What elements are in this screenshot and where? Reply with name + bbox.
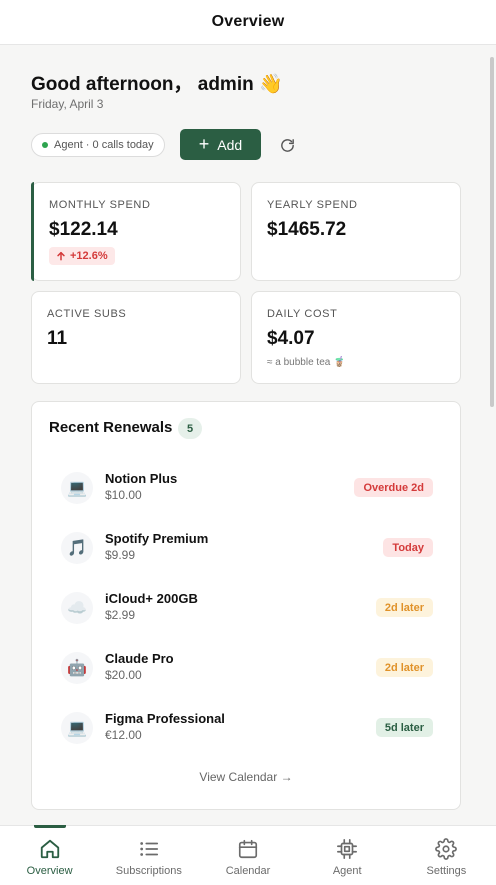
refresh-button[interactable]: [276, 134, 298, 156]
nav-item-subscriptions[interactable]: Subscriptions: [99, 826, 198, 885]
renewal-status-badge: Overdue 2d: [354, 478, 433, 497]
laptop-icon: 💻: [61, 712, 93, 744]
nav-label: Calendar: [225, 865, 271, 877]
renewal-price: €12.00: [105, 728, 142, 742]
nav-item-calendar[interactable]: Calendar: [198, 826, 297, 885]
recent-renewals-title: Recent Renewals: [49, 419, 173, 436]
robot-icon: 🤖: [61, 652, 93, 684]
greeting-heading: Good afternoon， admin 👋: [31, 74, 283, 95]
view-calendar-link[interactable]: View Calendar →: [32, 770, 460, 784]
list-icon: [138, 838, 160, 860]
add-button-label: Add: [217, 136, 243, 153]
cloud-icon: ☁️: [61, 592, 93, 624]
renewal-status-badge: 2d later: [375, 658, 433, 677]
active-subs-card: ACTIVE SUBS 11: [31, 291, 241, 384]
nav-label: Settings: [426, 865, 467, 877]
renewal-status-badge: 5d later: [375, 718, 433, 737]
nav-item-overview[interactable]: Overview: [0, 825, 99, 885]
gear-icon: [435, 838, 458, 860]
top-bar: Overview: [0, 0, 496, 45]
active-tab-indicator: [33, 825, 66, 828]
nav-item-settings[interactable]: Settings: [397, 826, 496, 885]
music-note-icon: 🎵: [61, 532, 93, 564]
renewal-row[interactable]: ☁️ iCloud+ 200GB $2.99 2d later: [32, 584, 462, 644]
chip-icon: [336, 838, 358, 860]
refresh-icon: [280, 138, 294, 152]
renewal-price: $9.99: [105, 548, 136, 562]
add-subscription-button[interactable]: + Add: [180, 129, 261, 160]
page-title: Overview: [211, 13, 285, 30]
trend-value: +12.6%: [70, 250, 108, 262]
renewal-row[interactable]: 🤖 Claude Pro $20.00 2d later: [32, 644, 462, 704]
renewal-status-badge: Today: [383, 538, 433, 557]
bottom-nav: Overview Subscriptions Calendar Agent Se…: [0, 825, 496, 885]
status-dot-icon: [42, 142, 48, 148]
daily-cost-note: ≈ a bubble tea 🧋: [267, 357, 346, 368]
active-subs-value: 11: [47, 328, 68, 349]
monthly-spend-label: MONTHLY SPEND: [49, 199, 151, 211]
nav-item-agent[interactable]: Agent: [298, 826, 397, 885]
calendar-icon: [237, 838, 259, 860]
plus-icon: +: [198, 133, 210, 154]
agent-status-text: Agent · 0 calls today: [54, 139, 154, 151]
renewal-name: iCloud+ 200GB: [105, 591, 198, 606]
renewal-name: Spotify Premium: [105, 531, 209, 546]
renewal-name: Figma Professional: [105, 711, 225, 726]
renewals-count-badge: 5: [178, 418, 202, 439]
main-content[interactable]: Good afternoon， admin 👋 Friday, April 3 …: [0, 45, 496, 825]
card-accent-bar: [31, 182, 34, 281]
arrow-up-icon: [57, 251, 65, 261]
active-subs-label: ACTIVE SUBS: [47, 308, 127, 320]
yearly-spend-card: YEARLY SPEND $1465.72: [251, 182, 461, 281]
scrollbar[interactable]: [490, 57, 494, 407]
recent-renewals-card: Recent Renewals 5 💻 Notion Plus $10.00 O…: [31, 401, 461, 810]
renewal-price: $2.99: [105, 608, 136, 622]
renewal-name: Notion Plus: [105, 471, 178, 486]
nav-label: Agent: [332, 865, 362, 877]
renewal-row[interactable]: 🎵 Spotify Premium $9.99 Today: [32, 524, 462, 584]
daily-cost-card: DAILY COST $4.07 ≈ a bubble tea 🧋: [251, 291, 461, 384]
yearly-spend-label: YEARLY SPEND: [267, 199, 358, 211]
monthly-spend-card: MONTHLY SPEND $122.14 +12.6%: [31, 182, 241, 281]
home-icon: [39, 838, 61, 860]
renewal-name: Claude Pro: [105, 651, 174, 666]
renewal-row[interactable]: 💻 Figma Professional €12.00 5d later: [32, 704, 462, 764]
renewal-row[interactable]: 💻 Notion Plus $10.00 Overdue 2d: [32, 464, 462, 524]
renewal-price: $10.00: [105, 488, 142, 502]
renewal-price: $20.00: [105, 668, 142, 682]
agent-status-pill[interactable]: Agent · 0 calls today: [31, 133, 165, 157]
nav-label: Subscriptions: [115, 865, 182, 877]
daily-cost-value: $4.07: [267, 328, 315, 349]
renewal-status-badge: 2d later: [375, 598, 433, 617]
trend-badge: +12.6%: [49, 247, 115, 265]
monthly-spend-value: $122.14: [49, 219, 118, 240]
yearly-spend-value: $1465.72: [267, 219, 347, 240]
current-date: Friday, April 3: [31, 97, 104, 111]
nav-label: Overview: [26, 865, 73, 877]
daily-cost-label: DAILY COST: [267, 308, 338, 320]
laptop-icon: 💻: [61, 472, 93, 504]
